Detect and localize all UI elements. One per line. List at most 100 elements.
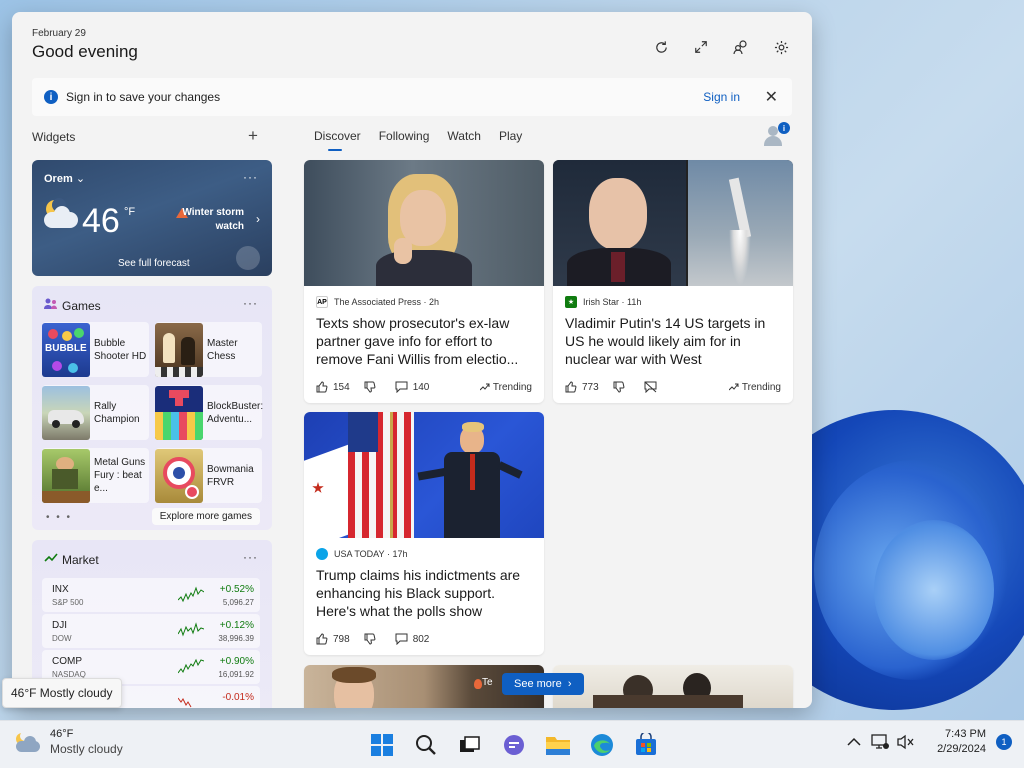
comment-icon <box>395 381 408 393</box>
news-actions: 773 Trending <box>565 379 781 395</box>
taskbar-weather-button[interactable]: 46°F Mostly cloudy <box>14 727 123 758</box>
expand-icon[interactable] <box>692 38 710 56</box>
explore-more-games-button[interactable]: Explore more games <box>151 508 260 525</box>
weather-alert[interactable]: Winter storm watch <box>164 206 244 234</box>
thumbs-up-icon <box>565 381 577 393</box>
comment-icon <box>395 633 408 645</box>
thumbs-up-icon <box>316 381 328 393</box>
stock-price: 16,091.92 <box>218 670 254 679</box>
dislike-button[interactable] <box>364 633 381 645</box>
game-name: Bowmania FRVR <box>207 463 254 488</box>
news-card[interactable]: USA TODAY · 17h Trump claims his indictm… <box>304 412 544 655</box>
like-button[interactable]: 154 <box>316 381 350 393</box>
signin-link[interactable]: Sign in <box>703 90 740 104</box>
peek-label: Te <box>482 677 493 688</box>
start-windows-icon[interactable] <box>366 729 398 761</box>
task-view-icon[interactable] <box>454 729 486 761</box>
search-icon[interactable] <box>410 729 442 761</box>
feed-tabs: Discover Following Watch Play <box>314 129 522 151</box>
see-full-forecast-link[interactable]: See full forecast <box>118 258 190 269</box>
weather-widget[interactable]: Orem ⌄ ··· 46 °F Winter storm watch › Se… <box>32 160 272 276</box>
widgets-panel: February 29 Good evening i Sign in to sa… <box>12 12 812 708</box>
comments-disabled-button[interactable] <box>644 381 662 393</box>
comment-button[interactable]: 802 <box>395 633 429 645</box>
sparkline-icon <box>178 697 192 708</box>
news-headline[interactable]: Vladimir Putin's 14 US targets in US he … <box>565 314 783 368</box>
market-title: Market <box>62 553 99 567</box>
trending-label: Trending <box>480 382 532 393</box>
pagination-dots[interactable]: • • • <box>46 512 72 523</box>
stock-index: DOW <box>52 634 72 643</box>
stock-symbol: DJI <box>52 620 67 631</box>
stock-row[interactable]: INX S&P 500 +0.52% 5,096.27 <box>42 578 260 612</box>
comment-button[interactable]: 140 <box>395 381 429 393</box>
news-source: AP The Associated Press · 2h <box>316 296 440 308</box>
more-options-icon[interactable]: ··· <box>243 296 258 310</box>
tab-play[interactable]: Play <box>499 129 522 151</box>
microsoft-store-icon[interactable] <box>630 729 662 761</box>
weather-unit: °F <box>124 206 136 218</box>
profile-avatar[interactable]: i <box>764 122 790 148</box>
tab-discover[interactable]: Discover <box>314 129 361 151</box>
more-options-icon[interactable]: ··· <box>243 550 258 564</box>
games-grid: BUBBLE Bubble Shooter HD Master Chess Ra… <box>42 322 263 503</box>
sparkline-icon <box>178 622 204 637</box>
tab-following[interactable]: Following <box>379 129 430 151</box>
stock-symbol: INX <box>52 584 69 595</box>
game-thumbnail <box>42 448 90 503</box>
weather-location[interactable]: Orem ⌄ <box>44 172 85 185</box>
game-tile[interactable]: Metal Guns Fury : beat e... <box>42 448 149 503</box>
see-more-button[interactable]: See more › <box>502 673 584 695</box>
chat-icon[interactable] <box>498 729 530 761</box>
taskbar-condition: Mostly cloudy <box>50 742 123 756</box>
chevron-up-icon[interactable] <box>843 731 865 753</box>
taskbar-apps <box>366 729 662 761</box>
file-explorer-icon[interactable] <box>542 729 574 761</box>
usa-today-logo-icon <box>316 548 328 560</box>
game-thumbnail <box>42 385 90 440</box>
news-image <box>553 665 793 708</box>
game-thumbnail <box>155 385 203 440</box>
news-card[interactable] <box>553 665 793 708</box>
more-options-icon[interactable]: ··· <box>243 170 258 184</box>
volume-muted-icon[interactable] <box>895 731 917 753</box>
partly-cloudy-moon-icon <box>42 198 82 234</box>
like-button[interactable]: 798 <box>316 633 350 645</box>
trending-label: Trending <box>729 382 781 393</box>
news-headline[interactable]: Texts show prosecutor's ex-law partner g… <box>316 314 534 368</box>
news-headline[interactable]: Trump claims his indictments are enhanci… <box>316 566 534 620</box>
network-icon[interactable] <box>869 731 891 753</box>
add-widget-button[interactable]: + <box>248 126 258 146</box>
news-source: USA TODAY · 17h <box>316 548 408 560</box>
close-icon[interactable]: ✕ <box>765 87 778 107</box>
game-tile[interactable]: Rally Champion <box>42 385 149 440</box>
header-actions <box>652 38 790 56</box>
tab-watch[interactable]: Watch <box>447 129 481 151</box>
game-thumbnail <box>155 322 203 377</box>
like-button[interactable]: 773 <box>565 381 599 393</box>
dislike-button[interactable] <box>613 381 630 393</box>
sparkline-icon <box>178 658 204 674</box>
games-people-icon <box>44 298 58 313</box>
stock-change: -0.01% <box>222 692 254 703</box>
trending-arrow-icon <box>729 383 739 391</box>
notification-badge[interactable]: 1 <box>996 734 1012 750</box>
game-tile[interactable]: BUBBLE Bubble Shooter HD <box>42 322 149 377</box>
game-tile[interactable]: Bowmania FRVR <box>155 448 262 503</box>
dislike-button[interactable] <box>364 381 381 393</box>
edge-browser-icon[interactable] <box>586 729 618 761</box>
taskbar-clock[interactable]: 7:43 PM 2/29/2024 <box>937 727 986 757</box>
stock-row[interactable]: DJI DOW +0.12% 38,996.39 <box>42 614 260 648</box>
game-tile[interactable]: BlockBuster: Adventu... <box>155 385 263 440</box>
stock-index: S&P 500 <box>52 598 84 607</box>
news-card[interactable]: ★ Irish Star · 11h Vladimir Putin's 14 U… <box>553 160 793 403</box>
game-name: Rally Champion <box>94 400 140 425</box>
people-icon[interactable] <box>732 38 750 56</box>
trending-arrow-icon <box>480 383 490 391</box>
news-actions: 798 802 <box>316 631 532 647</box>
thumbs-down-icon <box>364 633 376 645</box>
settings-gear-icon[interactable] <box>772 38 790 56</box>
news-card[interactable]: AP The Associated Press · 2h Texts show … <box>304 160 544 403</box>
game-tile[interactable]: Master Chess <box>155 322 262 377</box>
refresh-icon[interactable] <box>652 38 670 56</box>
